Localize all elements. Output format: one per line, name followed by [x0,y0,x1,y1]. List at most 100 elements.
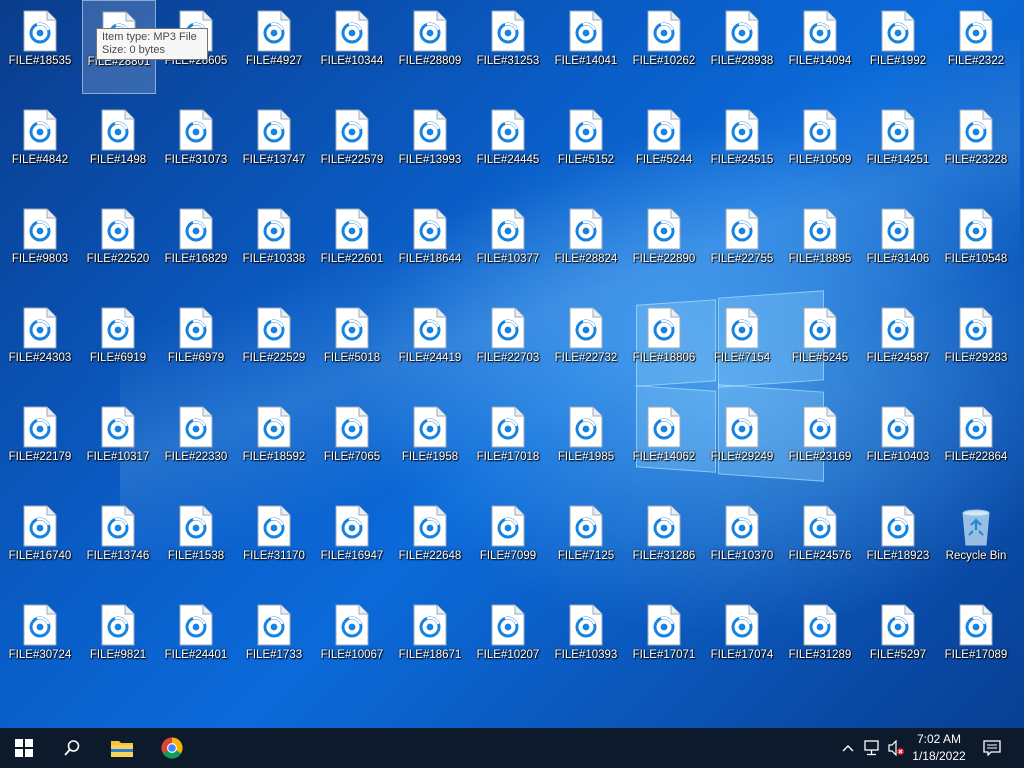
desktop-file-icon[interactable]: FILE#28938 [706,0,778,92]
desktop-file-icon[interactable]: FILE#22648 [394,495,466,587]
desktop-file-icon[interactable]: FILE#31289 [784,594,856,686]
desktop-file-icon[interactable]: FILE#10403 [862,396,934,488]
desktop-file-icon[interactable]: FILE#31073 [160,99,232,191]
desktop-file-icon[interactable]: FILE#14062 [628,396,700,488]
desktop-file-icon[interactable]: FILE#17071 [628,594,700,686]
desktop-file-icon[interactable]: FILE#22755 [706,198,778,290]
desktop-file-icon[interactable]: FILE#5297 [862,594,934,686]
desktop-file-icon[interactable]: FILE#16829 [160,198,232,290]
desktop-file-icon[interactable]: FILE#24515 [706,99,778,191]
desktop-file-icon[interactable]: FILE#10317 [82,396,154,488]
desktop-file-icon[interactable]: FILE#10509 [784,99,856,191]
desktop-file-icon[interactable]: FILE#10338 [238,198,310,290]
desktop-file-icon[interactable]: FILE#28824 [550,198,622,290]
desktop-file-icon[interactable]: FILE#31253 [472,0,544,92]
desktop-file-icon[interactable]: FILE#9803 [4,198,76,290]
desktop-icon-label: FILE#9821 [89,649,147,661]
desktop-file-icon[interactable]: FILE#7154 [706,297,778,389]
desktop-file-icon[interactable]: FILE#18895 [784,198,856,290]
desktop-file-icon[interactable]: FILE#10262 [628,0,700,92]
desktop-file-icon[interactable]: FILE#22529 [238,297,310,389]
desktop-file-icon[interactable]: FILE#22890 [628,198,700,290]
desktop-file-icon[interactable]: FILE#24401 [160,594,232,686]
desktop-file-icon[interactable]: FILE#1538 [160,495,232,587]
desktop-file-icon[interactable]: FILE#16740 [4,495,76,587]
desktop-file-icon[interactable]: FILE#6919 [82,297,154,389]
desktop-file-icon[interactable]: FILE#10548 [940,198,1012,290]
desktop-file-icon[interactable]: FILE#28809 [394,0,466,92]
desktop-file-icon[interactable]: FILE#5018 [316,297,388,389]
desktop-file-icon[interactable]: FILE#22703 [472,297,544,389]
desktop-file-icon[interactable]: FILE#17018 [472,396,544,488]
desktop-file-icon[interactable]: FILE#9821 [82,594,154,686]
show-hidden-icons-button[interactable] [838,738,858,758]
desktop-file-icon[interactable]: FILE#2322 [940,0,1012,92]
desktop-file-icon[interactable]: FILE#18592 [238,396,310,488]
desktop-file-icon[interactable]: FILE#5244 [628,99,700,191]
desktop-file-icon[interactable]: FILE#18644 [394,198,466,290]
desktop-file-icon[interactable]: FILE#6979 [160,297,232,389]
volume-button[interactable] [886,738,906,758]
desktop-file-icon[interactable]: FILE#18923 [862,495,934,587]
search-button[interactable] [48,728,96,768]
desktop-file-icon[interactable]: FILE#13747 [238,99,310,191]
desktop-file-icon[interactable]: FILE#10377 [472,198,544,290]
desktop-file-icon[interactable]: FILE#1498 [82,99,154,191]
desktop-file-icon[interactable]: FILE#7125 [550,495,622,587]
desktop-file-icon[interactable]: FILE#10207 [472,594,544,686]
desktop-file-icon[interactable]: FILE#24576 [784,495,856,587]
chrome-button[interactable] [148,728,196,768]
action-center-button[interactable] [982,738,1002,758]
start-button[interactable] [0,728,48,768]
desktop-file-icon[interactable]: FILE#4842 [4,99,76,191]
desktop-file-icon[interactable]: FILE#31286 [628,495,700,587]
desktop-file-icon[interactable]: FILE#1958 [394,396,466,488]
desktop-file-icon[interactable]: FILE#4927 [238,0,310,92]
desktop-file-icon[interactable]: FILE#22601 [316,198,388,290]
desktop-file-icon[interactable]: FILE#24445 [472,99,544,191]
desktop-file-icon[interactable]: FILE#22179 [4,396,76,488]
desktop-file-icon[interactable]: FILE#16947 [316,495,388,587]
desktop-file-icon[interactable]: FILE#22520 [82,198,154,290]
desktop-file-icon[interactable]: FILE#30724 [4,594,76,686]
desktop-file-icon[interactable]: FILE#17089 [940,594,1012,686]
desktop-file-icon[interactable]: FILE#18671 [394,594,466,686]
desktop-file-icon[interactable]: FILE#22732 [550,297,622,389]
desktop-file-icon[interactable]: FILE#31406 [862,198,934,290]
desktop-file-icon[interactable]: FILE#5152 [550,99,622,191]
desktop-file-icon[interactable]: FILE#18806 [628,297,700,389]
desktop-file-icon[interactable]: FILE#29249 [706,396,778,488]
desktop-file-icon[interactable]: FILE#24419 [394,297,466,389]
desktop-file-icon[interactable]: FILE#10344 [316,0,388,92]
desktop-file-icon[interactable]: FILE#14251 [862,99,934,191]
desktop[interactable]: FILE#18535 FILE#28801 FILE#28605 FILE#4927 F… [0,0,1024,728]
desktop-file-icon[interactable]: FILE#24303 [4,297,76,389]
desktop-file-icon[interactable]: FILE#7065 [316,396,388,488]
desktop-file-icon[interactable]: FILE#5245 [784,297,856,389]
file-explorer-button[interactable] [98,728,146,768]
desktop-file-icon[interactable]: FILE#10393 [550,594,622,686]
desktop-file-icon[interactable]: FILE#31170 [238,495,310,587]
desktop-file-icon[interactable]: FILE#17074 [706,594,778,686]
desktop-file-icon[interactable]: FILE#7099 [472,495,544,587]
desktop-file-icon[interactable]: FILE#1985 [550,396,622,488]
network-button[interactable] [862,738,882,758]
desktop-file-icon[interactable]: FILE#1733 [238,594,310,686]
desktop-file-icon[interactable]: FILE#1992 [862,0,934,92]
clock[interactable]: 7:02 AM 1/18/2022 [906,731,972,765]
desktop-file-icon[interactable]: FILE#13746 [82,495,154,587]
desktop-file-icon[interactable]: FILE#22330 [160,396,232,488]
desktop-file-icon[interactable]: FILE#10370 [706,495,778,587]
desktop-file-icon[interactable]: FILE#22579 [316,99,388,191]
desktop-file-icon[interactable]: FILE#14041 [550,0,622,92]
desktop-file-icon[interactable]: FILE#22864 [940,396,1012,488]
desktop-file-icon[interactable]: FILE#24587 [862,297,934,389]
desktop-file-icon[interactable]: FILE#23169 [784,396,856,488]
recycle-bin-icon-item[interactable]: Recycle Bin [940,495,1012,587]
desktop-file-icon[interactable]: FILE#10067 [316,594,388,686]
desktop-file-icon[interactable]: FILE#18535 [4,0,76,92]
desktop-file-icon[interactable]: FILE#29283 [940,297,1012,389]
desktop-file-icon[interactable]: FILE#14094 [784,0,856,92]
desktop-file-icon[interactable]: FILE#13993 [394,99,466,191]
desktop-file-icon[interactable]: FILE#23228 [940,99,1012,191]
